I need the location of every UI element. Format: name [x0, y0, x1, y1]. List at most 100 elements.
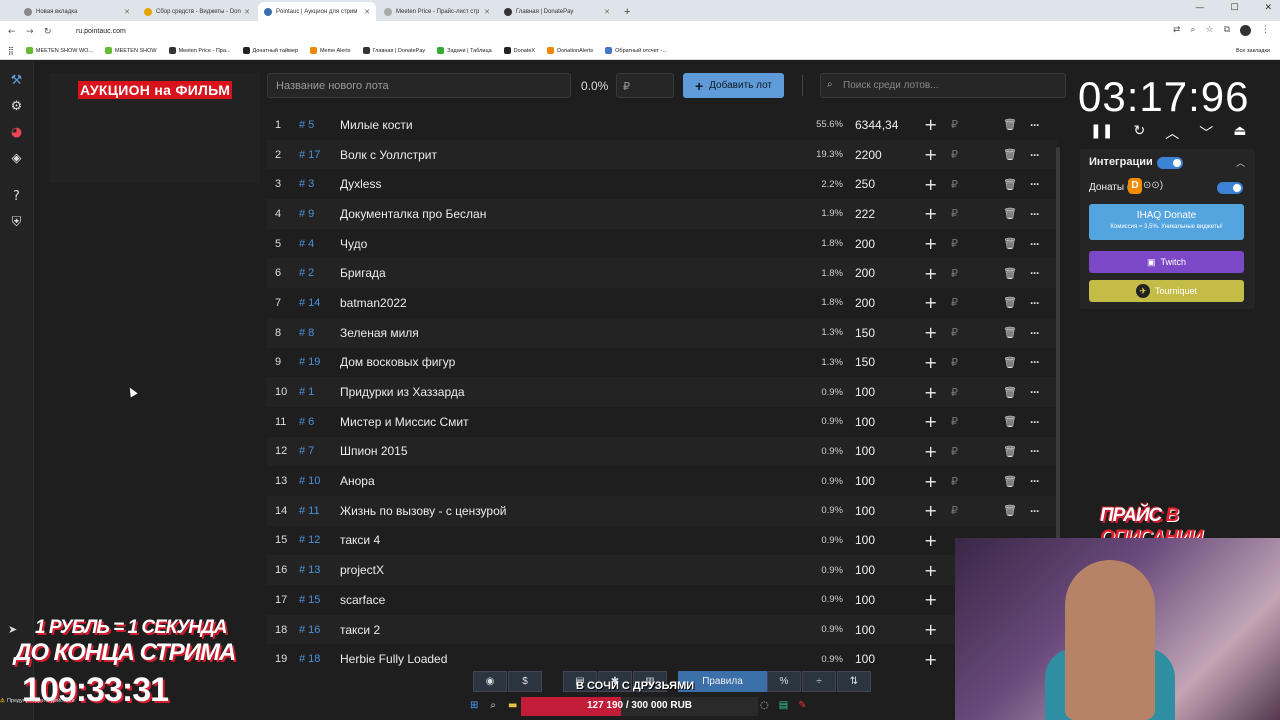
lot-name[interactable]: Бригада [340, 266, 386, 280]
ruble-input[interactable]: ₽ [951, 296, 958, 309]
more-icon[interactable]: ··· [1030, 444, 1040, 458]
trash-icon[interactable]: 🗑 [1003, 415, 1017, 428]
trash-icon[interactable]: 🗑 [1003, 237, 1017, 250]
reload-icon[interactable]: ↻ [44, 27, 62, 37]
bookmark[interactable]: DonateX [503, 47, 535, 54]
app-icon[interactable]: ✎ [798, 700, 806, 711]
ruble-input[interactable]: ₽ [951, 267, 958, 280]
lot-id-link[interactable]: # 15 [299, 594, 320, 606]
search-icon[interactable]: ⌕ [490, 700, 496, 711]
more-icon[interactable]: ··· [1030, 326, 1040, 340]
add-lot-button[interactable]: + Добавить лот [683, 73, 784, 98]
lot-name[interactable]: Документалка про Беслан [340, 207, 486, 221]
windows-icon[interactable]: ⊞ [470, 700, 478, 711]
ruble-input[interactable]: ₽ [951, 386, 958, 399]
close-icon[interactable]: ✕ [364, 8, 370, 16]
ihaq-donate-button[interactable]: IHAQ Donate Комиссия = 3,5%. Уникальные … [1089, 204, 1244, 240]
new-tab-button[interactable]: + [624, 6, 630, 18]
plus-icon[interactable]: + [924, 472, 937, 491]
apps-icon[interactable]: ⣿ [8, 46, 14, 55]
profile-avatar[interactable] [1240, 25, 1251, 36]
lot-id-link[interactable]: # 18 [299, 653, 320, 665]
app-icon[interactable]: ◌ [760, 700, 769, 711]
browser-tab[interactable]: Главная | DonatePay ✕ [498, 2, 616, 21]
lot-name[interactable]: Милые кости [340, 118, 413, 132]
sort-icon[interactable]: ⇅ [837, 671, 871, 692]
plus-icon[interactable]: + [924, 353, 937, 372]
tourniquet-button[interactable]: ✈ Tourniquet [1089, 280, 1244, 302]
more-icon[interactable]: ··· [1030, 504, 1040, 518]
telegram-icon[interactable]: ➤ [8, 623, 22, 637]
close-icon[interactable]: ✕ [244, 8, 250, 16]
plus-icon[interactable]: + [924, 383, 937, 402]
scrollbar[interactable] [1056, 147, 1060, 587]
browser-tab-active[interactable]: Pointauc | Аукцион для стрим ✕ [258, 2, 376, 21]
more-icon[interactable]: ··· [1030, 118, 1040, 132]
percent-icon[interactable]: % [767, 671, 801, 692]
lot-id-link[interactable]: # 13 [299, 564, 320, 576]
lot-id-link[interactable]: # 9 [299, 208, 314, 220]
extensions-icon[interactable]: ⧉ [1224, 25, 1230, 36]
lot-id-link[interactable]: # 19 [299, 356, 320, 368]
ruble-input[interactable]: ₽ [951, 504, 958, 517]
forward-icon[interactable]: → [26, 27, 44, 37]
more-icon[interactable]: ··· [1030, 355, 1040, 369]
lot-name[interactable]: Мистер и Миссис Смит [340, 415, 469, 429]
trash-icon[interactable]: 🗑 [1003, 148, 1017, 161]
lot-name[interactable]: Зеленая миля [340, 326, 419, 340]
new-lot-input[interactable]: Название нового лота [267, 73, 571, 98]
more-icon[interactable]: ··· [1030, 237, 1040, 251]
more-icon[interactable]: ··· [1030, 207, 1040, 221]
lot-id-link[interactable]: # 2 [299, 267, 314, 279]
close-window-icon[interactable]: ✕ [1264, 3, 1272, 13]
lot-id-link[interactable]: # 10 [299, 475, 320, 487]
lot-name[interactable]: Анора [340, 474, 375, 488]
browser-tab[interactable]: Новая вкладка ✕ [18, 2, 136, 21]
trash-icon[interactable]: 🗑 [1003, 296, 1017, 309]
more-icon[interactable]: ··· [1030, 415, 1040, 429]
double-up-icon[interactable]: ⏏ [1233, 123, 1246, 143]
plus-icon[interactable]: + [924, 175, 937, 194]
trash-icon[interactable]: 🗑 [1003, 504, 1017, 517]
translate-icon[interactable]: ⇄ [1173, 25, 1181, 36]
wheel-icon[interactable]: ◕ [9, 125, 24, 140]
lot-id-link[interactable]: # 12 [299, 534, 320, 546]
ruble-input[interactable]: ₽ [951, 445, 958, 458]
lot-name[interactable]: такси 2 [340, 623, 380, 637]
ruble-input[interactable]: ₽ [951, 237, 958, 250]
twitch-button[interactable]: ▣ Twitch [1089, 251, 1244, 273]
lot-id-link[interactable]: # 7 [299, 445, 314, 457]
lot-name[interactable]: Дом восковых фигур [340, 355, 455, 369]
plus-icon[interactable]: + [924, 442, 937, 461]
lot-id-link[interactable]: # 11 [299, 505, 320, 517]
more-icon[interactable]: ··· [1030, 177, 1040, 191]
integrations-toggle[interactable] [1157, 157, 1183, 169]
ruble-input[interactable]: ₽ [951, 356, 958, 369]
pause-icon[interactable]: ❚❚ [1090, 123, 1113, 143]
more-icon[interactable]: ··· [1030, 385, 1040, 399]
star-icon[interactable]: ☆ [1205, 25, 1213, 36]
donates-toggle[interactable] [1217, 182, 1243, 194]
lot-id-link[interactable]: # 14 [299, 297, 320, 309]
trash-icon[interactable]: 🗑 [1003, 178, 1017, 191]
chevron-up-icon[interactable]: ︿ [1165, 123, 1179, 143]
lot-name[interactable]: projectX [340, 563, 384, 577]
bookmark[interactable]: DonationAlerts [547, 47, 593, 54]
plus-icon[interactable]: + [924, 561, 937, 580]
bookmark[interactable]: MEETEN SHOW WO... [25, 47, 93, 54]
close-icon[interactable]: ✕ [124, 8, 130, 16]
trash-icon[interactable]: 🗑 [1003, 445, 1017, 458]
menu-icon[interactable]: ⋮ [1261, 25, 1270, 36]
maximize-icon[interactable]: ☐ [1230, 3, 1238, 13]
bookmark[interactable]: MEETEN SHOW [105, 47, 157, 54]
plus-icon[interactable]: + [924, 620, 937, 639]
close-icon[interactable]: ✕ [604, 8, 610, 16]
trash-icon[interactable]: 🗑 [1003, 386, 1017, 399]
plus-icon[interactable]: + [924, 650, 937, 669]
lot-name[interactable]: Дyxless [340, 177, 381, 191]
lot-id-link[interactable]: # 17 [299, 149, 320, 161]
trash-icon[interactable]: 🗑 [1003, 267, 1017, 280]
bookmark[interactable]: Задачи | Таблица [437, 47, 492, 54]
trash-icon[interactable]: 🗑 [1003, 207, 1017, 220]
plus-icon[interactable]: + [924, 412, 937, 431]
